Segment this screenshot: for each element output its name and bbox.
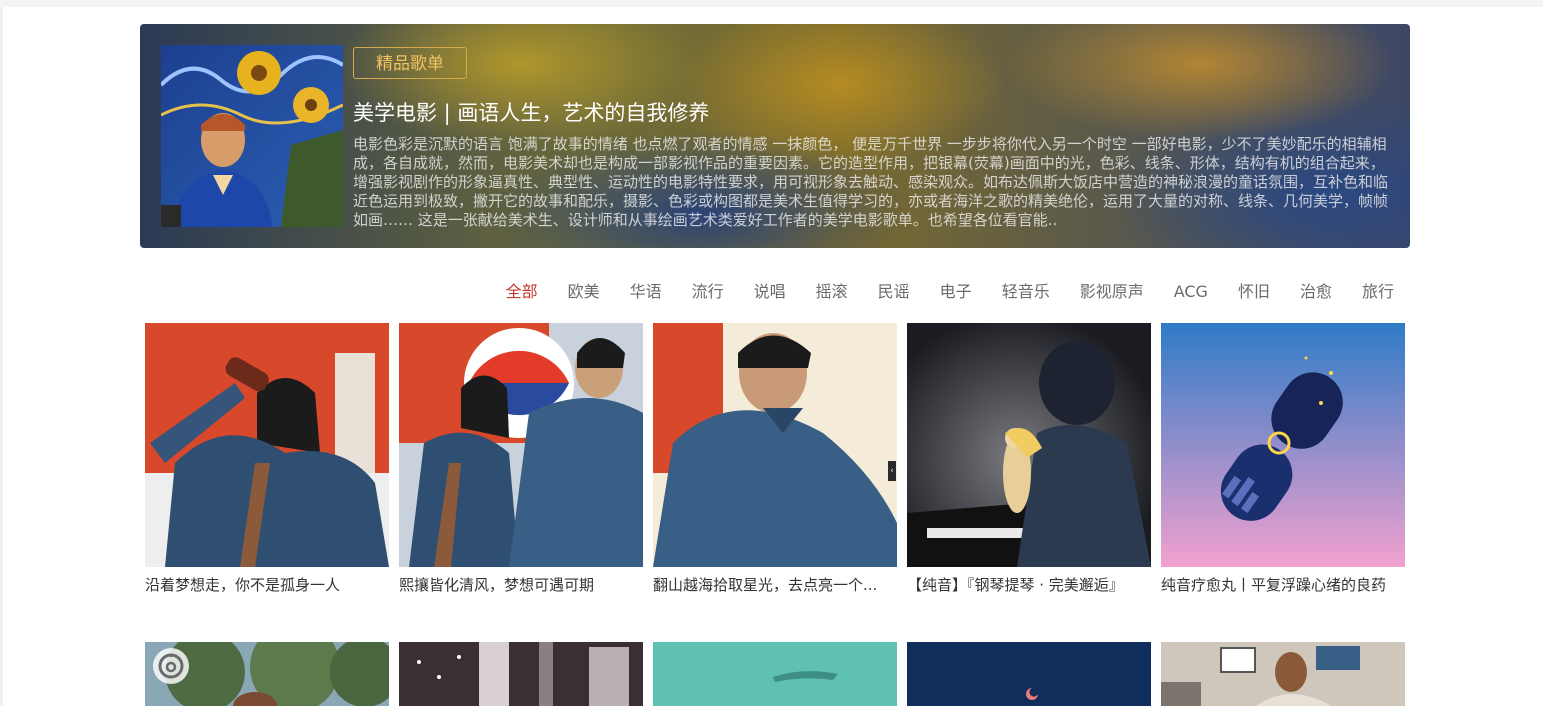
playlist-cover[interactable] (145, 642, 389, 706)
playlist-cover[interactable] (399, 642, 643, 706)
tab-light-music[interactable]: 轻音乐 (1002, 281, 1050, 303)
playlist-cover[interactable] (399, 323, 643, 567)
playlist-cover[interactable] (653, 323, 897, 567)
premium-playlist-badge[interactable]: 精品歌单 (353, 47, 467, 79)
featured-playlist-cover[interactable] (161, 45, 343, 227)
tab-electronic[interactable]: 电子 (940, 281, 972, 303)
tab-acg[interactable]: ACG (1174, 281, 1208, 303)
playlist-title[interactable]: 熙攘皆化清风，梦想可遇可期 (399, 575, 643, 595)
tab-travel[interactable]: 旅行 (1362, 281, 1394, 303)
playlist-title[interactable]: 【纯音】『钢琴提琴 · 完美邂逅』 (907, 575, 1151, 595)
left-edge (0, 7, 3, 706)
playlist-cover[interactable] (653, 642, 897, 706)
top-strip (0, 0, 1543, 7)
tab-nostalgia[interactable]: 怀旧 (1238, 281, 1270, 303)
playlist-title[interactable]: 翻山越海拾取星光，去点亮一个... (653, 575, 897, 595)
tab-chinese[interactable]: 华语 (630, 281, 662, 303)
playlist-cover[interactable] (907, 642, 1151, 706)
tab-western[interactable]: 欧美 (568, 281, 600, 303)
banner-title[interactable]: 美学电影 | 画语人生，艺术的自我修养 (353, 98, 709, 128)
tab-healing[interactable]: 治愈 (1300, 281, 1332, 303)
tab-rap[interactable]: 说唱 (754, 281, 786, 303)
playlist-cover[interactable] (1161, 642, 1405, 706)
tab-soundtrack[interactable]: 影视原声 (1080, 281, 1144, 303)
tab-folk[interactable]: 民谣 (878, 281, 910, 303)
featured-playlist-banner[interactable]: 精品歌单 美学电影 | 画语人生，艺术的自我修养 电影色彩是沉默的语言 饱满了故… (140, 24, 1410, 248)
tab-rock[interactable]: 摇滚 (816, 281, 848, 303)
playlist-cover[interactable] (907, 323, 1151, 567)
netease-music-icon (153, 648, 189, 684)
playlist-cover[interactable] (1161, 323, 1405, 567)
playlist-title[interactable]: 沿着梦想走，你不是孤身一人 (145, 575, 389, 595)
playlist-title[interactable]: 纯音疗愈丸丨平复浮躁心绪的良药 (1161, 575, 1405, 595)
category-tabs: 全部 欧美 华语 流行 说唱 摇滚 民谣 电子 轻音乐 影视原声 ACG 怀旧 … (476, 281, 1394, 303)
playlist-cover[interactable] (145, 323, 389, 567)
tab-pop[interactable]: 流行 (692, 281, 724, 303)
banner-description: 电影色彩是沉默的语言 饱满了故事的情绪 也点燃了观者的情感 一抹颜色， 便是万千… (353, 135, 1389, 229)
tab-all[interactable]: 全部 (506, 281, 538, 303)
chevron-left-icon[interactable]: ‹ (888, 461, 896, 481)
